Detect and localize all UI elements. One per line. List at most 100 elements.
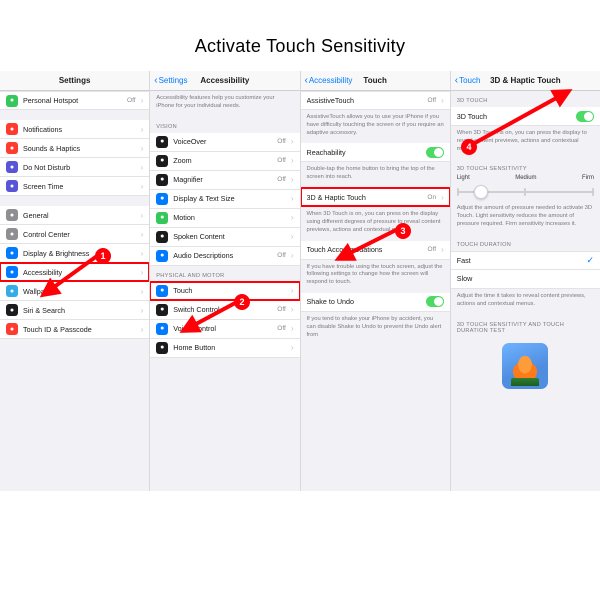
row-do-not-disturb[interactable]: ●Do Not Disturb›	[0, 158, 149, 177]
row-label: Shake to Undo	[307, 297, 421, 306]
row-control-center[interactable]: ● Control Center ›	[0, 225, 149, 244]
row-shake-to-undo[interactable]: Shake to Undo	[301, 293, 450, 312]
chevron-right-icon: ›	[141, 230, 144, 239]
row-switch-control[interactable]: ●Switch ControlOff›	[150, 301, 299, 320]
panels-container: Settings ●Personal HotspotOff›●Notificat…	[0, 71, 600, 491]
chevron-left-icon: ‹	[305, 76, 308, 86]
back-button[interactable]: ‹Settings	[154, 76, 187, 86]
section-header: PHYSICAL AND MOTOR	[150, 266, 299, 282]
row-slow[interactable]: Slow	[451, 270, 600, 289]
row-label: Magnifier	[173, 175, 272, 184]
chevron-right-icon: ›	[141, 211, 144, 220]
chevron-right-icon: ›	[291, 286, 294, 295]
row-reachability[interactable]: Reachability	[301, 143, 450, 162]
row-siri-search[interactable]: ●Siri & Search›	[0, 301, 149, 320]
row-screen-time[interactable]: ●Screen Time›	[0, 177, 149, 196]
test-image[interactable]	[502, 343, 548, 389]
row-touch-id-passcode[interactable]: ●Touch ID & Passcode›	[0, 320, 149, 339]
header-touch: ‹Accessibility Touch	[301, 71, 450, 91]
chevron-left-icon: ‹	[154, 76, 157, 86]
row-value: Off	[428, 97, 437, 104]
row-3d-haptic-touch[interactable]: 3D & Haptic TouchOn›	[301, 188, 450, 207]
row-value: Off	[428, 246, 437, 253]
row-label: Accessibility	[23, 268, 136, 277]
row-assistivetouch[interactable]: AssistiveTouchOff›	[301, 91, 450, 110]
flower-icon: ●	[6, 285, 18, 297]
row-sounds-haptics[interactable]: ● Sounds & Haptics ›	[0, 139, 149, 158]
row-touch[interactable]: ●Touch›	[150, 282, 299, 301]
desc: When 3D Touch is on, you can press on th…	[301, 207, 450, 240]
row-label: VoiceOver	[173, 137, 272, 146]
chevron-right-icon: ›	[441, 245, 444, 254]
speaker-icon: ●	[6, 142, 18, 154]
row-motion[interactable]: ●Motion›	[150, 209, 299, 228]
row-value: Off	[277, 138, 286, 145]
row-notifications[interactable]: ●Notifications›	[0, 120, 149, 139]
toggle-icon[interactable]	[426, 147, 444, 158]
row-label: Voice Control	[173, 324, 272, 333]
back-button[interactable]: ‹Touch	[455, 76, 481, 86]
row-label: Touch ID & Passcode	[23, 325, 136, 334]
switches-icon: ●	[6, 228, 18, 240]
row-label: Spoken Content	[173, 232, 286, 241]
section-header: TOUCH DURATION	[451, 235, 600, 251]
row-label: General	[23, 211, 136, 220]
row-label: AssistiveTouch	[307, 96, 423, 105]
row-value: Off	[127, 97, 136, 104]
row-audio-descriptions[interactable]: ●Audio DescriptionsOff›	[150, 247, 299, 266]
desc: Double-tap the home button to bring the …	[301, 162, 450, 188]
chevron-right-icon: ›	[141, 182, 144, 191]
row-label: Reachability	[307, 148, 421, 157]
chevron-right-icon: ›	[291, 232, 294, 241]
siri-icon: ●	[6, 304, 18, 316]
toggle-on-icon[interactable]	[576, 111, 594, 122]
chevron-right-icon: ›	[141, 144, 144, 153]
back-button[interactable]: ‹Accessibility	[305, 76, 353, 86]
speak-icon: ●	[156, 231, 168, 243]
row-display-brightness[interactable]: ●Display & Brightness›	[0, 244, 149, 263]
row-wallpaper[interactable]: ●Wallpaper›	[0, 282, 149, 301]
row-accessibility[interactable]: ●Accessibility›	[0, 263, 149, 282]
row-label: Wallpaper	[23, 287, 136, 296]
row-zoom[interactable]: ●ZoomOff›	[150, 152, 299, 171]
chevron-right-icon: ›	[291, 156, 294, 165]
row-magnifier[interactable]: ●MagnifierOff›	[150, 171, 299, 190]
row-value: Off	[277, 325, 286, 332]
gear-icon: ●	[6, 209, 18, 221]
section-header: 3D TOUCH SENSITIVITY	[451, 159, 600, 175]
chevron-right-icon: ›	[141, 96, 144, 105]
voice-icon: ●	[156, 323, 168, 335]
row-fast[interactable]: Fast✓	[451, 251, 600, 270]
home-icon: ●	[156, 342, 168, 354]
row-voiceover[interactable]: ●VoiceOverOff›	[150, 133, 299, 152]
row-label: Sounds & Haptics	[23, 144, 136, 153]
row-label: Slow	[457, 274, 594, 283]
chevron-right-icon: ›	[291, 324, 294, 333]
moon-icon: ●	[6, 161, 18, 173]
chevron-right-icon: ›	[291, 251, 294, 260]
row-label: Zoom	[173, 156, 272, 165]
row-value: Off	[277, 306, 286, 313]
row-touch-accommodations[interactable]: Touch AccommodationsOff›	[301, 241, 450, 260]
sensitivity-slider[interactable]	[457, 183, 594, 201]
row-personal-hotspot[interactable]: ●Personal HotspotOff›	[0, 91, 149, 110]
row-voice-control[interactable]: ● Voice Control Off ›	[150, 320, 299, 339]
accessibility-desc: Accessibility features help you customiz…	[150, 91, 299, 117]
chevron-right-icon: ›	[291, 137, 294, 146]
row-general[interactable]: ● General ›	[0, 206, 149, 225]
page-title: Activate Touch Sensitivity	[0, 0, 600, 71]
checkmark-icon: ✓	[586, 255, 594, 266]
row-3d-touch[interactable]: 3D Touch	[451, 107, 600, 126]
row-label: Control Center	[23, 230, 136, 239]
header-accessibility: ‹Settings Accessibility	[150, 71, 299, 91]
row-label: Display & Brightness	[23, 249, 136, 258]
toggle-icon[interactable]	[426, 296, 444, 307]
row-label: Switch Control	[173, 305, 272, 314]
section-header: 3D TOUCH SENSITIVITY AND TOUCH DURATION …	[451, 315, 600, 337]
touchid-icon: ●	[6, 323, 18, 335]
touch-icon: ●	[156, 285, 168, 297]
row-home-button[interactable]: ●Home Button›	[150, 339, 299, 358]
switch-icon: ●	[156, 304, 168, 316]
row-spoken-content[interactable]: ● Spoken Content ›	[150, 228, 299, 247]
row-display-text-size[interactable]: ●Display & Text Size›	[150, 190, 299, 209]
